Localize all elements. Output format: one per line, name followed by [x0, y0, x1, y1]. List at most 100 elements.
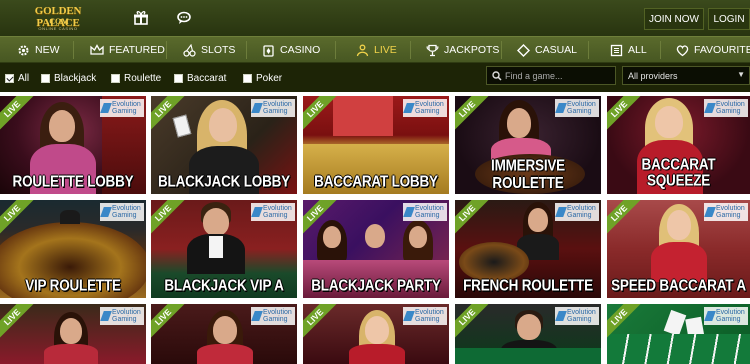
top-header: GOLDEN PALACE .COM ONLINE CASINO JOIN NO…: [0, 0, 750, 36]
game-tile-baccarat-lobby[interactable]: LIVE Evolution Gaming BACCARAT LOBBY: [303, 96, 449, 194]
filter-poker-label: Poker: [256, 72, 283, 84]
filter-baccarat[interactable]: Baccarat: [174, 72, 226, 84]
filter-roulette-label: Roulette: [124, 72, 162, 84]
game-title: BLACKJACK VIP A: [164, 276, 284, 295]
nav-favourites[interactable]: FAVOURITES: [676, 37, 750, 63]
evolution-gaming-logo: Evolution Gaming: [251, 203, 295, 221]
cards-icon: [263, 44, 274, 57]
chat-icon[interactable]: [177, 11, 193, 25]
game-tile-row3-4[interactable]: LIVE Evolution Gaming: [455, 304, 601, 364]
game-tile-roulette-lobby[interactable]: LIVE Evolution Gaming ROULETTE LOBBY: [0, 96, 146, 194]
dealer-dress: [197, 344, 253, 364]
evolution-gaming-logo: Evolution Gaming: [100, 99, 144, 117]
game-tile-row3-2[interactable]: LIVE Evolution Gaming: [151, 304, 297, 364]
evolution-gaming-logo: Evolution Gaming: [403, 307, 447, 325]
dealer-face: [209, 108, 237, 142]
nav-casual[interactable]: CASUAL: [517, 37, 577, 63]
brand-line2: .COM: [47, 17, 69, 26]
game-tile-blackjack-vip-a[interactable]: LIVE Evolution Gaming BLACKJACK VIP A: [151, 200, 297, 298]
nav-slots[interactable]: SLOTS: [183, 37, 235, 63]
nav-featured[interactable]: FEATURED: [90, 37, 165, 63]
game-grid: LIVE Evolution Gaming ROULETTE LOBBY LIVE…: [0, 92, 750, 364]
game-tile-vip-roulette[interactable]: LIVE Evolution Gaming VIP ROULETTE: [0, 200, 146, 298]
dealer-face: [667, 210, 691, 240]
evolution-gaming-logo: Evolution Gaming: [704, 99, 748, 117]
table-felt: [455, 348, 601, 364]
game-title: FRENCH ROULETTE: [463, 276, 593, 295]
nav-divider: [410, 41, 411, 59]
nav-new[interactable]: NEW: [17, 37, 60, 63]
filter-baccarat-label: Baccarat: [187, 72, 227, 84]
filter-all-label: All: [18, 72, 30, 84]
game-tile-speed-baccarat-a[interactable]: LIVE Evolution Gaming SPEED BACCARAT A: [607, 200, 750, 298]
game-title-line1: BACCARAT: [641, 155, 716, 174]
game-tile-immersive-roulette[interactable]: LIVE Evolution Gaming IMMERSIVE ROULETTE: [455, 96, 601, 194]
nav-slots-label: SLOTS: [201, 44, 236, 56]
nav-divider: [588, 41, 589, 59]
game-title: IMMERSIVE ROULETTE: [491, 156, 565, 192]
dealer-face: [409, 226, 427, 248]
nav-favourites-label: FAVOURITES: [694, 44, 750, 56]
dealer-face: [60, 318, 82, 344]
cherries-icon: [183, 43, 196, 57]
checkbox[interactable]: [5, 73, 14, 83]
nav-divider: [246, 41, 247, 59]
nav-all-label: ALL: [628, 44, 647, 56]
checkbox[interactable]: [174, 73, 183, 83]
filter-poker[interactable]: Poker: [243, 72, 282, 84]
checkbox[interactable]: [41, 73, 50, 83]
evolution-gaming-logo: Evolution Gaming: [100, 203, 144, 221]
trophy-icon: [426, 44, 439, 56]
nav-casual-label: CASUAL: [535, 44, 578, 56]
heart-icon: [676, 44, 689, 56]
nav-all[interactable]: ALL: [610, 37, 647, 63]
checkbox[interactable]: [111, 73, 120, 83]
nav-jackpots-label: JACKPOTS: [444, 44, 500, 56]
game-tile-blackjack-party[interactable]: LIVE Evolution Gaming BLACKJACK PARTY: [303, 200, 449, 298]
dealer-dress: [349, 344, 405, 364]
filter-blackjack[interactable]: Blackjack: [41, 72, 96, 84]
search-input[interactable]: [505, 70, 605, 81]
join-now-button[interactable]: JOIN NOW: [644, 8, 704, 30]
filter-roulette[interactable]: Roulette: [111, 72, 161, 84]
game-title: BLACKJACK LOBBY: [157, 172, 290, 191]
nav-divider: [660, 41, 661, 59]
gift-icon[interactable]: [133, 11, 149, 25]
chevron-down-icon: ▼: [737, 70, 745, 79]
nav-new-label: NEW: [35, 44, 60, 56]
evolution-gaming-logo: Evolution Gaming: [555, 307, 599, 325]
dealer-face: [507, 108, 531, 138]
category-nav: NEW FEATURED SLOTS CASINO LIVE JACKPOTS: [0, 36, 750, 63]
filter-all[interactable]: All: [5, 72, 29, 84]
game-title: VIP ROULETTE: [25, 276, 121, 295]
nav-divider: [501, 41, 502, 59]
nav-live[interactable]: LIVE: [356, 37, 397, 63]
nav-jackpots[interactable]: JACKPOTS: [426, 37, 499, 63]
search-icon: [492, 70, 502, 81]
diamond-icon: [517, 43, 530, 57]
game-tile-row3-5[interactable]: LIVE Evolution Gaming: [607, 304, 750, 364]
evolution-gaming-logo: Evolution Gaming: [403, 99, 447, 117]
nav-featured-label: FEATURED: [109, 44, 165, 56]
nav-casino[interactable]: CASINO: [262, 37, 320, 63]
game-tile-row3-3[interactable]: LIVE Evolution Gaming: [303, 304, 449, 364]
game-tile-row3-1[interactable]: LIVE Evolution Gaming: [0, 304, 146, 364]
game-tile-blackjack-lobby[interactable]: LIVE Evolution Gaming BLACKJACK LOBBY: [151, 96, 297, 194]
game-tile-french-roulette[interactable]: LIVE Evolution Gaming FRENCH ROULETTE: [455, 200, 601, 298]
checkbox[interactable]: [243, 73, 252, 83]
dealer-face: [323, 226, 341, 248]
game-search[interactable]: [486, 66, 616, 85]
crown-icon: [90, 44, 104, 55]
game-title: ROULETTE LOBBY: [12, 172, 134, 191]
provider-select[interactable]: All providers ▼: [622, 66, 750, 85]
dealer-dress: [44, 344, 98, 364]
game-title: BLACKJACK PARTY: [311, 276, 441, 295]
dealer-shirt: [209, 236, 223, 258]
wheel-spindle: [60, 210, 80, 224]
playing-card: [663, 309, 687, 337]
login-button[interactable]: LOGIN: [708, 8, 750, 30]
nav-divider: [73, 41, 74, 59]
brand-logo[interactable]: GOLDEN PALACE .COM ONLINE CASINO: [26, 5, 90, 33]
game-tile-baccarat-squeeze[interactable]: LIVE Evolution Gaming BACCARAT SQUEEZE: [607, 96, 750, 194]
evolution-gaming-logo: Evolution Gaming: [100, 307, 144, 325]
